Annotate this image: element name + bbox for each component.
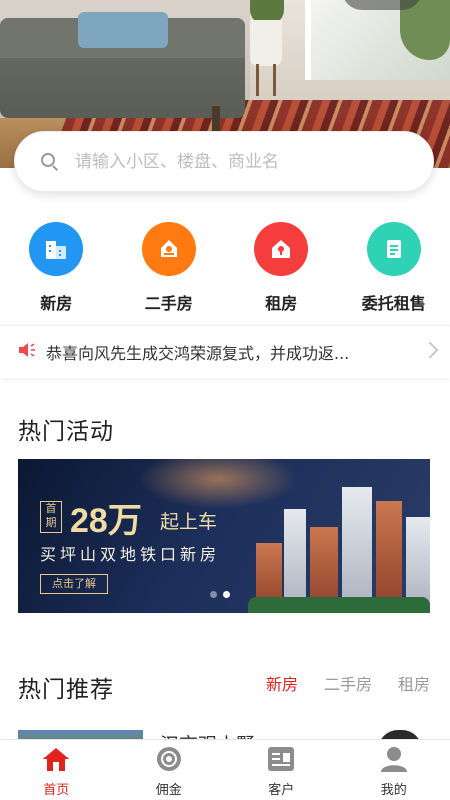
tabbar-home[interactable]: 首页 [0, 740, 113, 800]
tabbar-label: 佣金 [155, 783, 182, 798]
category-rent[interactable]: 租房 [225, 222, 338, 318]
banner-subtitle: 买坪山双地铁口新房 [40, 545, 221, 564]
customer-card-icon [267, 746, 295, 776]
speaker-icon [18, 342, 36, 362]
chevron-right-icon [421, 341, 439, 359]
category-label: 租房 [265, 294, 298, 313]
tabbar-label: 客户 [268, 783, 295, 798]
section-title-recommend: 热门推荐 [18, 677, 114, 703]
notice-text: 恭喜向风先生成交鸿荣源复式，并成功返... [46, 344, 350, 363]
house-lock-icon [254, 222, 309, 276]
search-icon [41, 152, 59, 171]
category-consign[interactable]: 委托租售 [338, 222, 450, 318]
tab-second-hand[interactable]: 二手房 [324, 671, 372, 695]
search-bar[interactable] [14, 131, 434, 192]
tabbar-label: 首页 [43, 783, 70, 798]
tabbar-commission[interactable]: 佣金 [113, 740, 226, 800]
bottom-tab-bar: 首页 佣金 客户 我的 [0, 739, 450, 800]
home-icon [41, 746, 71, 776]
tabbar-mine[interactable]: 我的 [338, 740, 450, 800]
building-icon [29, 222, 84, 276]
banner-cta-button[interactable]: 点击了解 [40, 574, 108, 594]
carousel-dot[interactable] [210, 591, 217, 598]
category-label: 委托租售 [361, 294, 426, 313]
tabbar-customer[interactable]: 客户 [225, 740, 338, 800]
recommend-tabs: 新房 二手房 租房 [266, 671, 430, 695]
tab-rent[interactable]: 租房 [398, 671, 430, 695]
coin-icon [155, 746, 183, 776]
user-icon [380, 746, 408, 776]
notice-bar[interactable]: 恭喜向风先生成交鸿荣源复式，并成功返... [0, 325, 450, 378]
banner-amount: 28万 [70, 502, 142, 540]
category-second-hand[interactable]: 二手房 [113, 222, 226, 318]
banner-tag: 首期 [40, 501, 62, 533]
section-title-activities: 热门活动 [18, 419, 114, 445]
category-new-house[interactable]: 新房 [0, 222, 113, 318]
document-icon [366, 222, 421, 276]
category-grid: 新房 二手房 租房 委托租售 [0, 222, 450, 318]
carousel-dot-active[interactable] [223, 591, 230, 598]
search-input[interactable] [75, 151, 395, 172]
banner-suffix: 起上车 [160, 511, 218, 533]
activity-banner[interactable]: 首期 28万 起上车 买坪山双地铁口新房 点击了解 [18, 459, 430, 613]
tabbar-label: 我的 [380, 783, 407, 798]
house-key-icon [141, 222, 196, 276]
tab-new-house[interactable]: 新房 [266, 671, 298, 695]
carousel-indicator[interactable] [210, 591, 230, 598]
category-label: 二手房 [144, 294, 193, 313]
category-label: 新房 [40, 294, 73, 313]
